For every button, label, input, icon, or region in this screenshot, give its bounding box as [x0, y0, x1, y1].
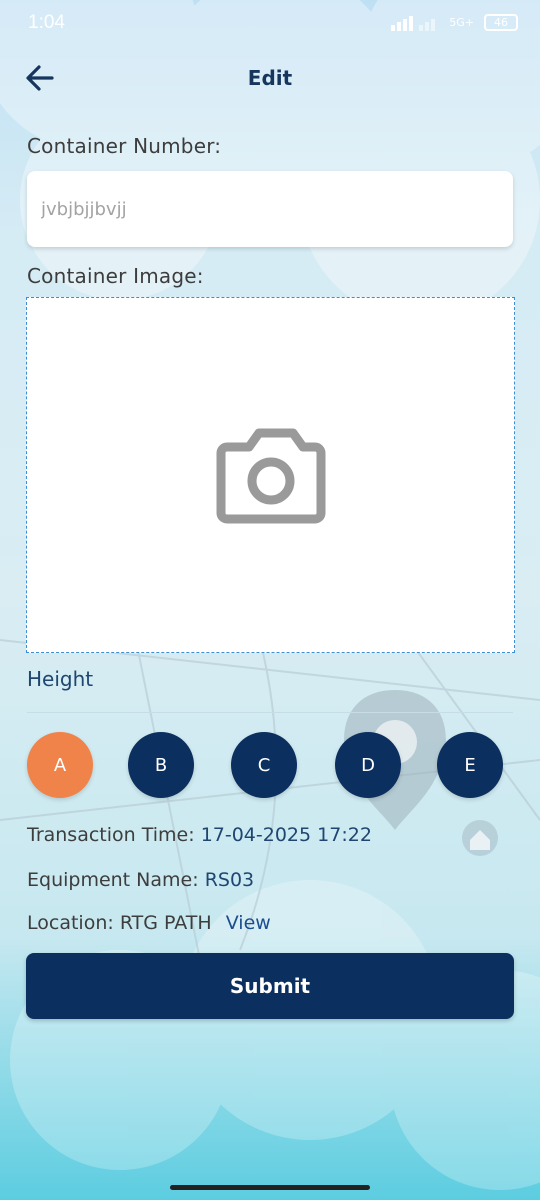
app-bar: Edit	[0, 50, 540, 110]
container-number-label: Container Number:	[27, 134, 222, 158]
page-title: Edit	[247, 66, 293, 90]
container-image-picker[interactable]	[26, 297, 515, 653]
location-row: Location: RTG PATH View	[27, 912, 271, 934]
camera-icon	[216, 428, 325, 524]
transaction-time-value: 17-04-2025 17:22	[200, 824, 372, 846]
height-option-e[interactable]: E	[437, 732, 503, 798]
height-option-d[interactable]: D	[335, 732, 401, 798]
status-time: 1:04	[28, 12, 65, 33]
equipment-name-row: Equipment Name: RS03	[27, 869, 254, 891]
height-option-a[interactable]: A	[27, 732, 93, 798]
location-value: RTG PATH	[119, 912, 212, 934]
signal-icon	[391, 15, 436, 31]
submit-button[interactable]: Submit	[26, 953, 514, 1019]
container-number-input[interactable]	[27, 171, 513, 247]
transaction-time-label: Transaction Time:	[27, 824, 195, 846]
height-option-c[interactable]: C	[231, 732, 297, 798]
height-label: Height	[27, 667, 94, 691]
battery-icon: 46	[484, 14, 518, 31]
container-image-label: Container Image:	[27, 264, 204, 288]
equipment-name-value: RS03	[204, 869, 255, 891]
status-bar: 1:04 5G+ 46	[0, 0, 540, 48]
location-label: Location:	[27, 912, 114, 934]
container-number-field-wrapper	[27, 171, 513, 247]
height-option-b[interactable]: B	[128, 732, 194, 798]
equipment-name-label: Equipment Name:	[27, 869, 199, 891]
divider	[27, 712, 513, 713]
network-type: 5G+	[449, 16, 474, 29]
home-indicator[interactable]	[170, 1185, 370, 1190]
status-icons: 5G+ 46	[389, 14, 518, 31]
transaction-time-row: Transaction Time: 17-04-2025 17:22	[27, 824, 372, 846]
view-location-link[interactable]: View	[226, 912, 271, 934]
